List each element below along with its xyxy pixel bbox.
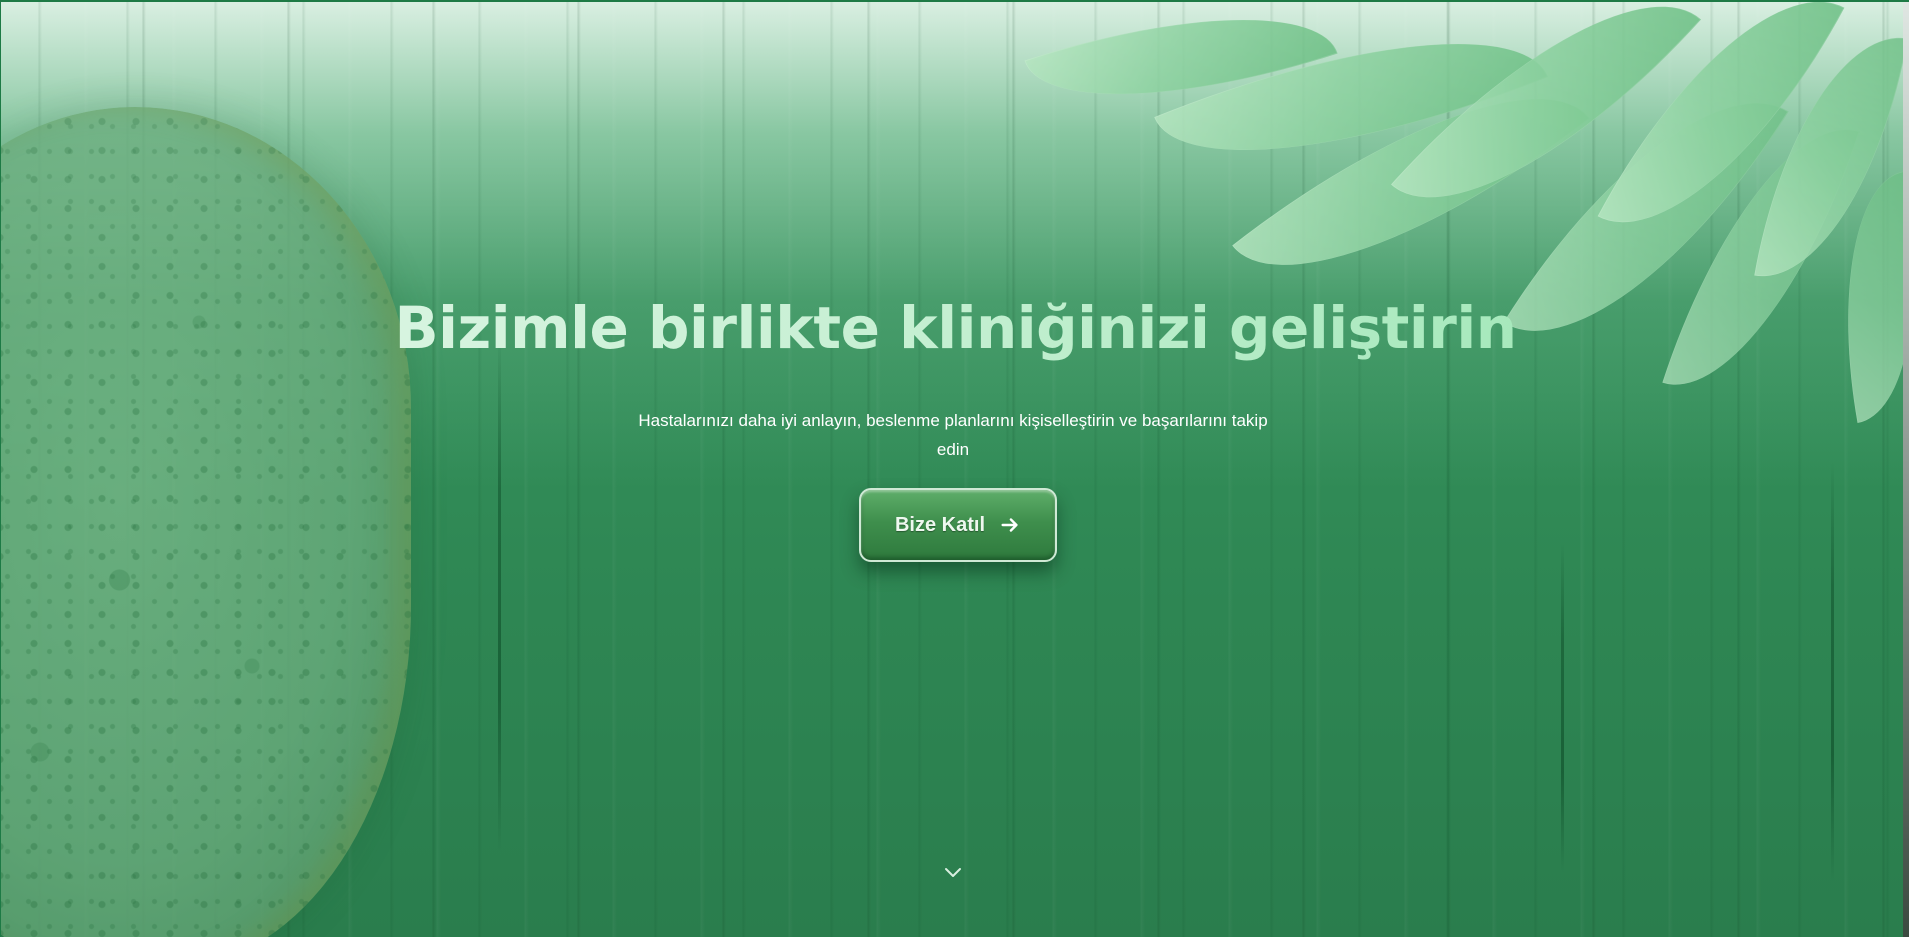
- hero-subtitle: Hastalarınızı daha iyi anlayın, beslenme…: [638, 411, 1268, 459]
- arrow-right-icon: [1001, 518, 1018, 532]
- hero-headline: Bizimle birlikte kliniğinizi geliştirin: [1, 294, 1909, 362]
- hero-section: Bizimle birlikte kliniğinizi geliştirin …: [0, 0, 1909, 937]
- hero-content: Bizimle birlikte kliniğinizi geliştirin …: [1, 2, 1909, 937]
- join-us-button-label: Bize Katıl: [894, 513, 986, 536]
- join-us-button[interactable]: Bize Katıl: [859, 488, 1057, 562]
- chevron-down-icon[interactable]: [942, 864, 964, 882]
